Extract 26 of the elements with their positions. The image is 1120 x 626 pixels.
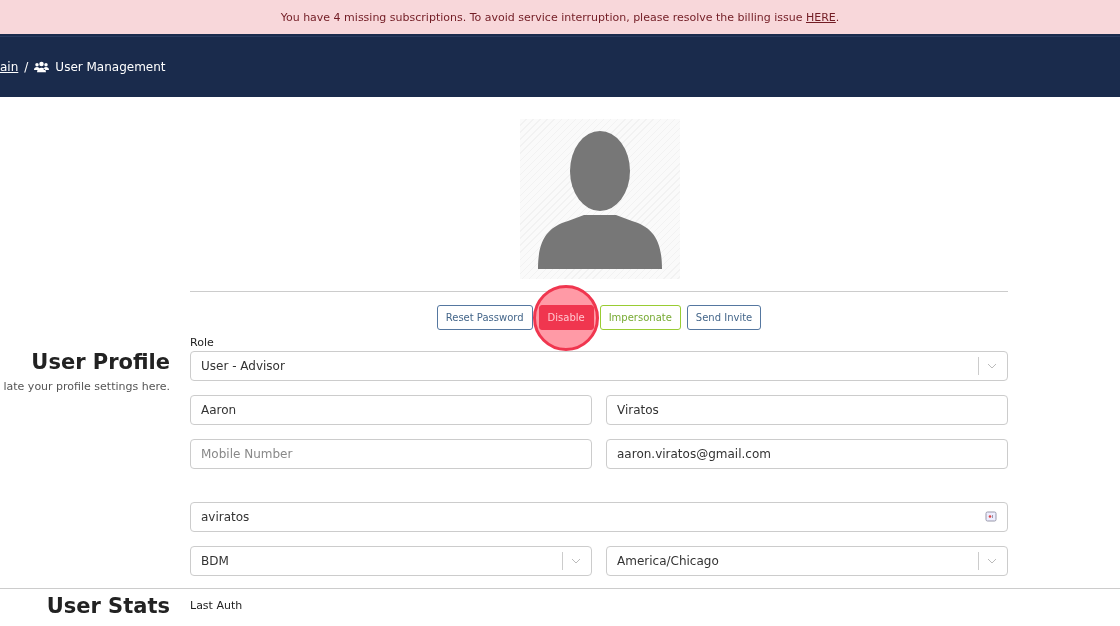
billing-message: You have 4 missing subscriptions. To avoid service interruption, please resolve the billing issue HERE.: [280, 10, 840, 24]
breadcrumb-separator: /: [24, 60, 29, 74]
text-input[interactable]: Aaron: [190, 395, 592, 425]
breadcrumb-link[interactable]: ain: [0, 60, 19, 74]
users-icon: [34, 61, 50, 73]
chevron-down-icon: [987, 558, 997, 564]
section-title: User Stats: [45, 595, 170, 619]
action-button[interactable]: Reset Password: [436, 305, 533, 330]
section-subtitle: late your profile settings here.: [2, 380, 170, 393]
section-title: User Profile: [30, 350, 170, 374]
field-label: Last Auth: [190, 599, 244, 612]
role-select[interactable]: User - Advisor: [190, 351, 1008, 381]
text-input[interactable]: aaron.viratos@gmail.com: [606, 439, 1008, 469]
select-field[interactable]: America/Chicago: [606, 546, 1008, 576]
billing-link[interactable]: HERE: [806, 10, 836, 24]
chevron-down-icon: [987, 363, 997, 369]
select-field[interactable]: BDM: [190, 546, 592, 576]
text-input[interactable]: Viratos: [606, 395, 1008, 425]
person-silhouette-icon: [537, 131, 662, 269]
field-label: Role: [190, 336, 215, 349]
text-input[interactable]: Mobile Number: [190, 439, 592, 469]
chevron-down-icon: [571, 558, 581, 564]
breadcrumb-current: User Management: [55, 60, 166, 74]
action-button[interactable]: Send Invite: [686, 305, 762, 330]
username-field[interactable]: aviratos: [190, 502, 1008, 532]
password-manager-icon: [985, 511, 997, 523]
